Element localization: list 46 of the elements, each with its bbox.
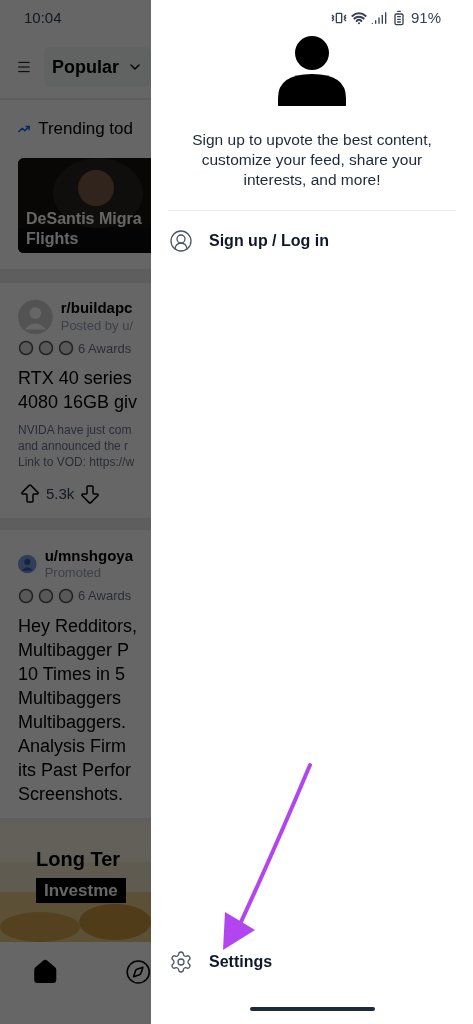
post-title-line: Screenshots. (18, 782, 124, 806)
community-name[interactable]: u/mnshgoya (44, 546, 133, 566)
settings-item[interactable]: Settings (151, 937, 473, 987)
trending-title: Trending tod (38, 118, 133, 140)
award-icon (18, 587, 34, 604)
award-icon (58, 587, 74, 604)
post-body-line: Link to VOD: https://w (18, 454, 133, 470)
post-body-line: and announced the r (18, 438, 130, 454)
settings-icon (169, 950, 193, 974)
trending-card-title: DeSantis Migra (26, 208, 142, 229)
post-body-line: NVIDA have just com (18, 422, 133, 438)
award-icon (18, 340, 34, 357)
signup-prompt: Sign up to upvote the best content, customize your feed, share your interests, and more! (191, 130, 433, 190)
post-title-line: Multibaggers. (18, 710, 127, 734)
award-icon (38, 587, 54, 604)
community-name[interactable]: r/buildapc (60, 299, 133, 318)
post-title-line: Multibagger P (18, 638, 130, 662)
awards-count: 6 Awards (78, 587, 132, 605)
award-icon (58, 340, 74, 357)
compass-icon[interactable] (124, 957, 151, 986)
feed-selector[interactable]: Popular (44, 47, 151, 87)
upvote-icon[interactable] (18, 482, 42, 506)
post-title-line: Analysis Firm (18, 734, 126, 758)
post-title-line: 10 Times in 5 (18, 662, 126, 686)
signal-icon (370, 10, 387, 26)
post-title-line: 4080 16GB giv (18, 391, 138, 414)
post-title-line: RTX 40 series (18, 367, 132, 390)
battery-percent: 91% (410, 7, 441, 28)
wifi-icon (350, 10, 367, 26)
home-icon[interactable] (32, 957, 59, 986)
login-item[interactable]: Sign up / Log in (151, 211, 473, 271)
trending-card[interactable]: DeSantis Migra Flights (18, 157, 151, 253)
trending-card-title: Flights (26, 228, 80, 249)
post-title-line: its Past Perfor (18, 758, 132, 782)
dim-overlay[interactable] (0, 0, 151, 1024)
ad-tag: Investme (36, 877, 126, 903)
account-icon (169, 229, 193, 253)
avatar-icon (278, 36, 346, 106)
vote-score: 5.3k (46, 483, 75, 504)
award-icon (38, 340, 54, 357)
post-title-line: Hey Redditors, (18, 614, 138, 638)
status-time: 10:04 (24, 7, 62, 28)
ad-headline: Long Ter (36, 846, 121, 872)
post-title-line: Multibaggers (18, 686, 122, 710)
vibrate-icon (330, 10, 347, 26)
awards-count: 6 Awards (78, 339, 132, 358)
